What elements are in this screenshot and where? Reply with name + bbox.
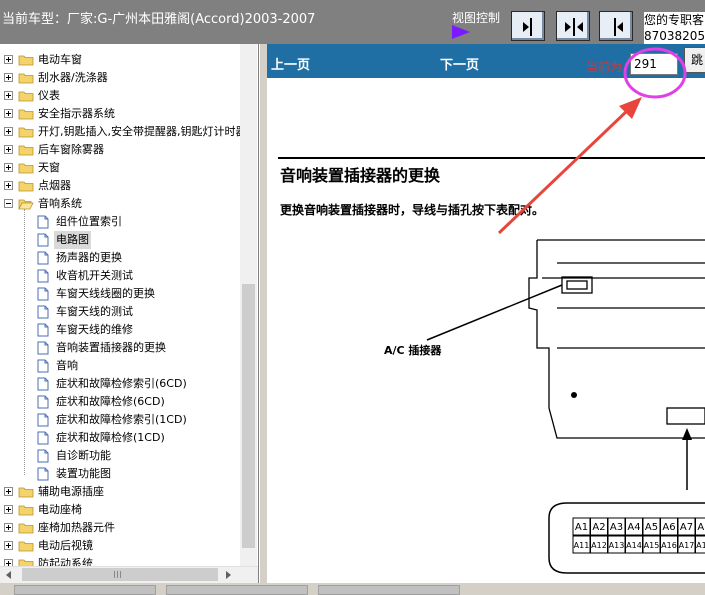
highlight-circle (625, 49, 685, 97)
status-strip (0, 583, 705, 594)
annotation-overlay (0, 0, 705, 594)
annotation-arrow (499, 110, 628, 233)
